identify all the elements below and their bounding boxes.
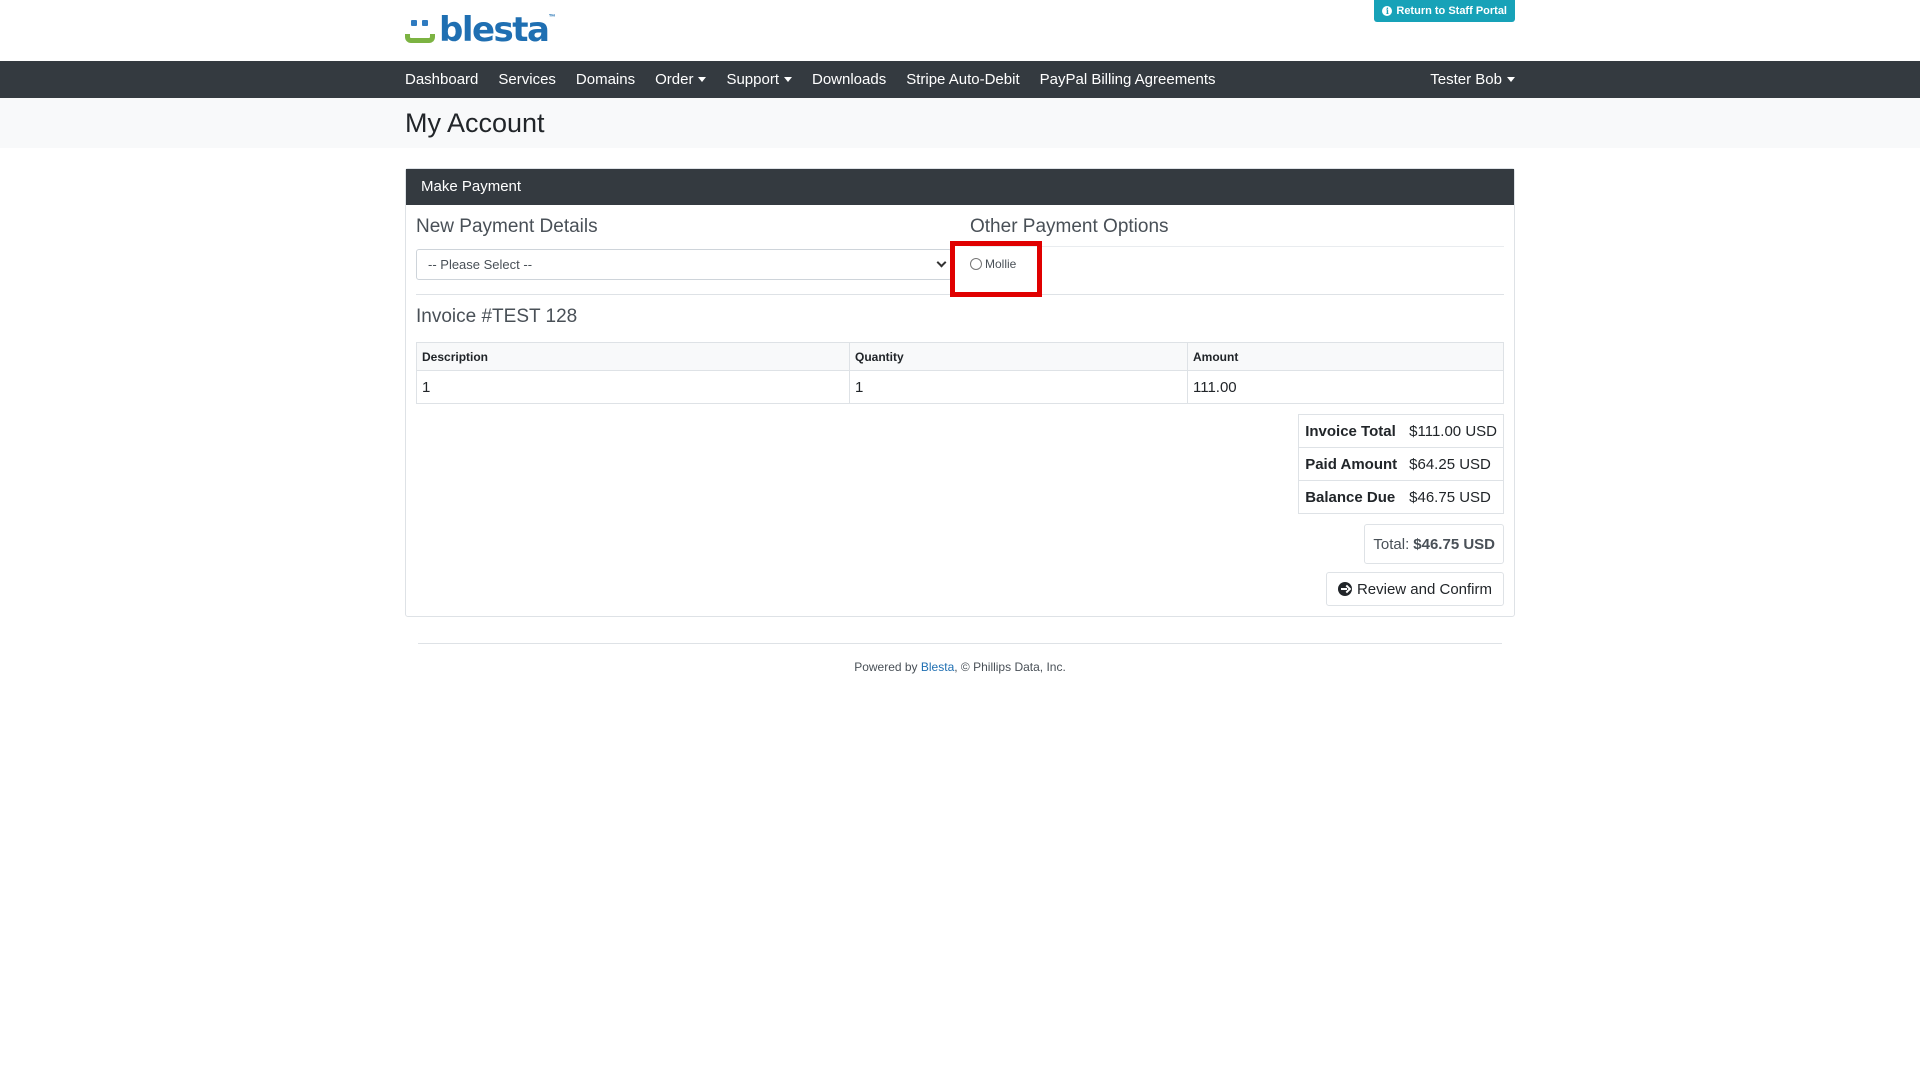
nav-label: Stripe Auto-Debit xyxy=(906,71,1020,88)
mollie-label: Mollie xyxy=(985,257,1017,271)
blesta-logo[interactable]: blesta ™ xyxy=(405,12,556,48)
caret-down-icon xyxy=(784,77,792,82)
info-circle-icon: i xyxy=(1382,6,1393,16)
footer-suffix: , © Phillips Data, Inc. xyxy=(954,660,1066,674)
other-options-heading: Other Payment Options xyxy=(970,216,1169,237)
invoice-heading: Invoice #TEST 128 xyxy=(416,306,578,327)
totals-label: Invoice Total xyxy=(1298,414,1404,448)
column-header: Amount xyxy=(1187,342,1504,371)
caret-down-icon xyxy=(698,77,707,82)
totals-row: Balance Due $46.75 USD xyxy=(1298,480,1504,514)
totals-row: Paid Amount $64.25 USD xyxy=(1298,447,1504,481)
nav-label: Domains xyxy=(575,71,636,88)
logo-wordmark: blesta xyxy=(439,10,550,50)
trademark-mark: ™ xyxy=(548,14,556,21)
user-menu[interactable]: Tester Bob xyxy=(1430,71,1515,88)
blesta-link[interactable]: Blesta xyxy=(921,660,954,674)
grand-total-value: $46.75 USD xyxy=(1413,535,1495,553)
card-header: Make Payment xyxy=(406,169,1514,205)
caret-down-icon xyxy=(1507,77,1515,82)
invoice-items-table: Description Quantity Amount 1 1 111.00 xyxy=(416,342,1504,404)
smile-icon xyxy=(405,14,437,46)
grand-total-label: Total: xyxy=(1373,535,1410,553)
footer: Powered by Blesta, © Phillips Data, Inc. xyxy=(405,660,1515,674)
table-header-row: Description Quantity Amount xyxy=(416,342,1504,371)
totals-label: Balance Due xyxy=(1298,480,1404,514)
review-button-label: Review and Confirm xyxy=(1356,580,1492,598)
footer-prefix: Powered by xyxy=(854,660,921,674)
nav-label: Support xyxy=(726,71,779,88)
mollie-option[interactable]: Mollie xyxy=(970,257,1016,271)
user-name: Tester Bob xyxy=(1430,71,1502,88)
new-payment-heading: New Payment Details xyxy=(416,216,598,237)
nav-order[interactable]: Order xyxy=(655,71,707,88)
page-title-band: My Account xyxy=(0,98,1920,148)
nav-support[interactable]: Support xyxy=(726,71,792,88)
table-row: 1 1 111.00 xyxy=(416,370,1504,404)
cell-amount: 111.00 xyxy=(1187,370,1504,404)
top-header: blesta ™ i Return to Staff Portal xyxy=(0,0,1920,61)
mollie-radio[interactable] xyxy=(970,258,982,270)
nav-label: Downloads xyxy=(812,71,887,88)
review-and-confirm-button[interactable]: Review and Confirm xyxy=(1325,572,1504,606)
totals-value: $46.75 USD xyxy=(1403,480,1504,514)
footer-divider xyxy=(418,643,1502,644)
nav-label: PayPal Billing Agreements xyxy=(1039,71,1216,88)
nav-label: Order xyxy=(655,71,694,88)
grand-total-badge: Total: $46.75 USD xyxy=(1364,524,1504,564)
return-to-staff-portal-button[interactable]: i Return to Staff Portal xyxy=(1374,0,1515,22)
nav-label: Dashboard xyxy=(405,71,479,88)
nav-domains[interactable]: Domains xyxy=(576,71,635,88)
payment-options-row: New Payment Details -- Please Select -- … xyxy=(416,215,1504,297)
cell-description: 1 xyxy=(416,370,850,404)
page-title: My Account xyxy=(405,108,545,138)
totals-label: Paid Amount xyxy=(1298,447,1404,481)
select-value: -- Please Select -- xyxy=(428,257,533,272)
payment-method-select[interactable]: -- Please Select -- xyxy=(416,249,952,280)
nav-services[interactable]: Services xyxy=(498,71,556,88)
totals-value: $111.00 USD xyxy=(1403,414,1504,448)
nav-downloads[interactable]: Downloads xyxy=(812,71,886,88)
totals-row: Invoice Total $111.00 USD xyxy=(1298,414,1504,448)
totals-value: $64.25 USD xyxy=(1403,447,1504,481)
make-payment-card: Make Payment New Payment Details -- Plea… xyxy=(405,168,1515,617)
column-header: Description xyxy=(416,342,850,371)
column-header: Quantity xyxy=(849,342,1188,371)
arrow-circle-right-icon xyxy=(1337,582,1352,596)
main-navbar: Dashboard Services Domains Order Support… xyxy=(0,61,1920,98)
cell-quantity: 1 xyxy=(849,370,1188,404)
chevron-down-icon xyxy=(936,257,947,268)
nav-stripe-auto-debit[interactable]: Stripe Auto-Debit xyxy=(906,71,1019,88)
staff-button-label: Return to Staff Portal xyxy=(1396,5,1507,17)
nav-label: Services xyxy=(498,71,556,88)
totals-table: Invoice Total $111.00 USD Paid Amount $6… xyxy=(1298,414,1504,514)
nav-dashboard[interactable]: Dashboard xyxy=(405,71,478,88)
nav-paypal-billing-agreements[interactable]: PayPal Billing Agreements xyxy=(1040,71,1216,88)
